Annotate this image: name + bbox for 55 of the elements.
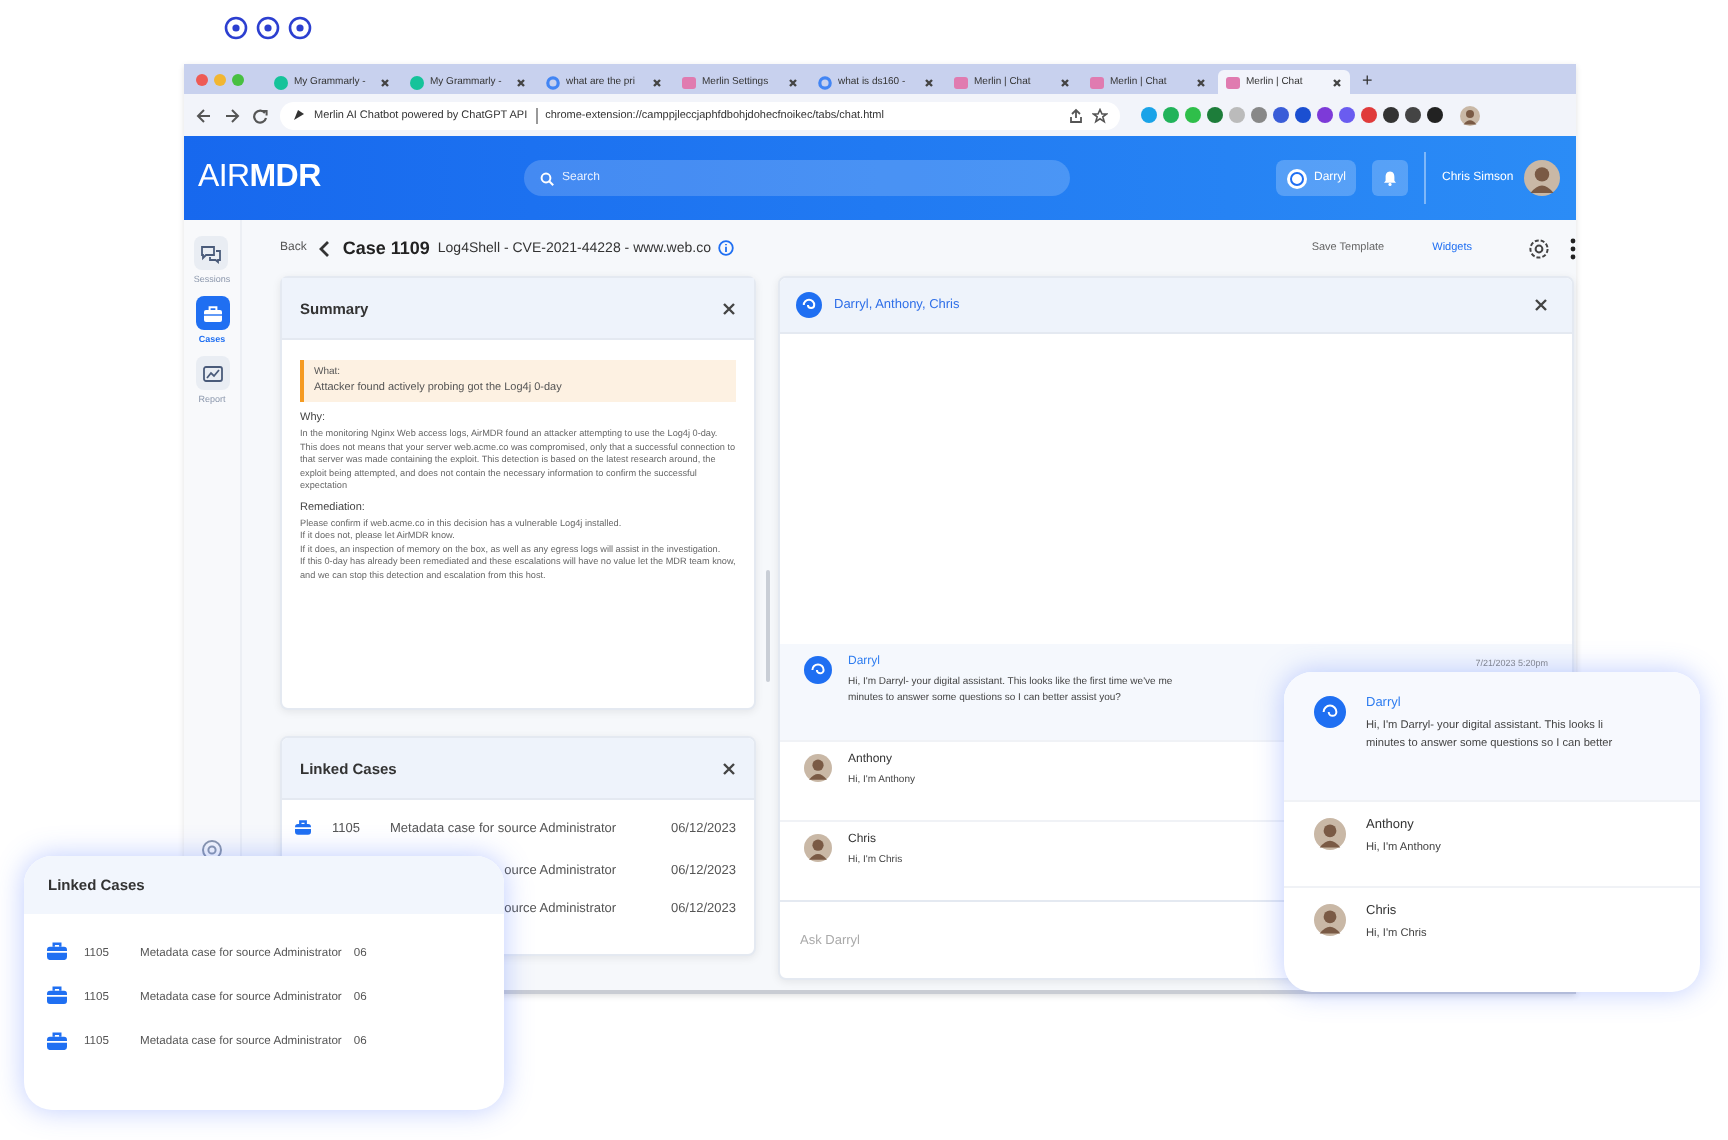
bell-icon	[1382, 170, 1398, 186]
assistant-logo-icon	[796, 292, 822, 318]
extensions-drawing[interactable]	[1140, 106, 1448, 124]
close-icon[interactable]	[1332, 77, 1342, 87]
dots-drawing	[224, 16, 312, 40]
close-icon[interactable]	[924, 77, 934, 87]
close-icon[interactable]	[516, 77, 526, 87]
info-icon[interactable]	[718, 240, 735, 256]
extension-icon	[292, 108, 306, 122]
settings-icon[interactable]	[1528, 237, 1550, 259]
briefcase-icon	[294, 820, 312, 836]
more-icon[interactable]	[1570, 237, 1576, 259]
reload-icon[interactable]	[252, 107, 268, 123]
close-icon[interactable]	[722, 301, 736, 315]
briefcase-icon	[201, 303, 223, 323]
chart-icon	[201, 363, 223, 383]
scrollbar-thumb[interactable]	[766, 570, 770, 682]
share-icon[interactable]	[1068, 107, 1084, 123]
close-icon[interactable]	[1534, 298, 1548, 312]
user-avatar	[1314, 904, 1346, 936]
favicon-icon	[274, 75, 288, 89]
chat-icon	[200, 243, 223, 263]
close-icon[interactable]	[788, 77, 798, 87]
favicon-icon	[546, 75, 560, 89]
favicon-icon	[818, 75, 832, 89]
user-avatar	[1523, 160, 1560, 196]
case-number: Case 1109	[342, 238, 430, 258]
close-icon[interactable]	[380, 77, 390, 87]
close-icon[interactable]	[1060, 77, 1070, 87]
close-icon[interactable]	[722, 761, 736, 775]
search-icon	[540, 172, 554, 186]
close-icon[interactable]	[652, 77, 662, 87]
briefcase-icon	[46, 986, 68, 1006]
user-avatar	[1314, 818, 1346, 850]
favicon-icon	[1226, 75, 1240, 89]
chevron-left-icon[interactable]	[318, 239, 331, 257]
user-avatar	[1460, 105, 1480, 125]
star-icon[interactable]	[1092, 107, 1108, 123]
user-avatar	[804, 754, 832, 782]
briefcase-icon	[46, 1031, 68, 1051]
favicon-icon	[954, 75, 968, 89]
favicon-icon	[682, 75, 696, 89]
notifications-button[interactable]	[1372, 160, 1408, 196]
airmdr-logo: AIRMDR	[198, 160, 323, 196]
favicon-icon	[1090, 75, 1104, 89]
new-tab-button[interactable]: +	[1362, 69, 1373, 89]
assistant-logo-icon	[1314, 696, 1346, 728]
favicon-icon	[410, 75, 424, 89]
back-icon[interactable]	[196, 107, 212, 123]
briefcase-icon	[46, 942, 68, 961]
forward-icon[interactable]	[224, 107, 240, 123]
close-icon[interactable]	[1196, 77, 1206, 87]
assistant-logo-icon	[804, 656, 832, 684]
user-avatar	[804, 834, 832, 862]
assistant-logo-icon	[1286, 167, 1308, 189]
